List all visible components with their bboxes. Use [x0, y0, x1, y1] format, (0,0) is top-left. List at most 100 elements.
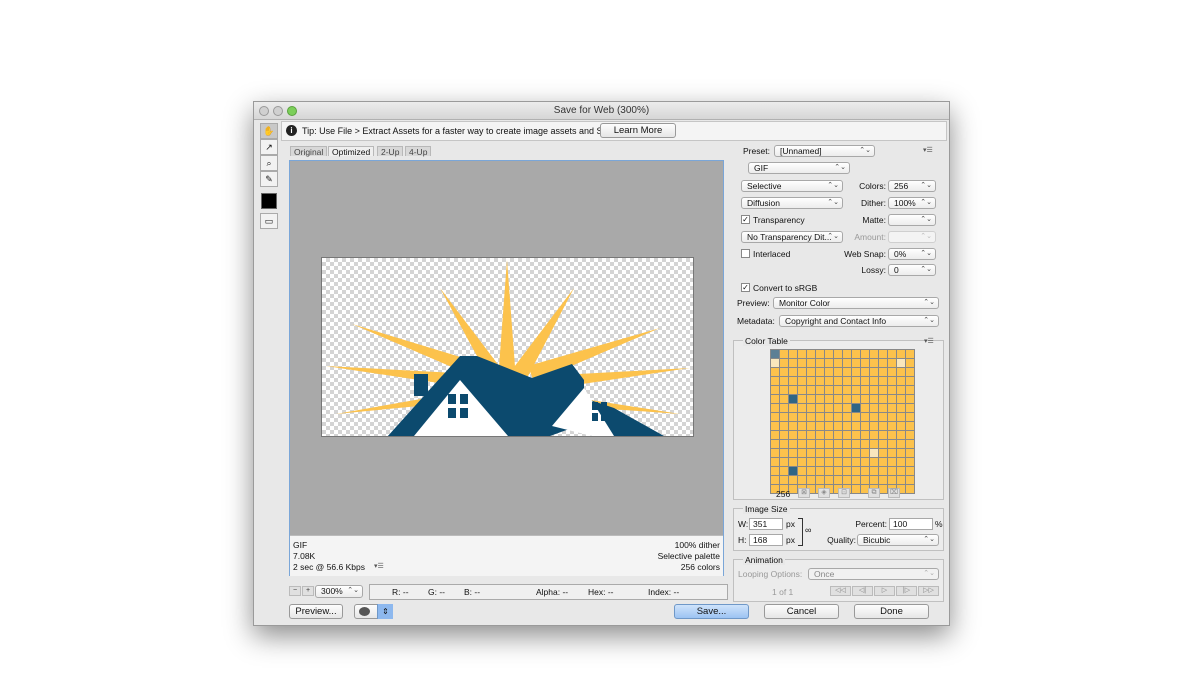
- color-swatch[interactable]: [852, 458, 860, 466]
- color-swatch[interactable]: [798, 476, 806, 484]
- color-swatch[interactable]: [807, 476, 815, 484]
- color-swatch[interactable]: [843, 395, 851, 403]
- preview-in-browser-select[interactable]: ⇕: [354, 604, 393, 619]
- color-table-menu-icon[interactable]: ▾☰: [924, 337, 934, 345]
- color-swatch[interactable]: [798, 422, 806, 430]
- link-icon[interactable]: ∞: [805, 525, 811, 535]
- color-swatch[interactable]: [861, 458, 869, 466]
- color-swatch[interactable]: [771, 395, 779, 403]
- color-swatch[interactable]: [852, 350, 860, 358]
- zoom-level-select[interactable]: 300% ⌃⌄: [315, 585, 363, 598]
- color-swatch[interactable]: [870, 449, 878, 457]
- color-swatch[interactable]: [816, 404, 824, 412]
- color-swatch[interactable]: [834, 422, 842, 430]
- color-swatch[interactable]: [906, 440, 914, 448]
- zoom-in-button[interactable]: +: [302, 586, 314, 596]
- file-format-select[interactable]: GIF ⌃⌄: [748, 162, 850, 174]
- color-swatch[interactable]: [897, 449, 905, 457]
- color-swatch[interactable]: [834, 467, 842, 475]
- color-swatch[interactable]: [852, 440, 860, 448]
- color-swatch[interactable]: [834, 395, 842, 403]
- color-swatch[interactable]: [771, 413, 779, 421]
- color-swatch[interactable]: [843, 350, 851, 358]
- color-swatch[interactable]: [780, 467, 788, 475]
- color-swatch[interactable]: [879, 485, 887, 493]
- color-swatch[interactable]: [816, 359, 824, 367]
- new-color-icon[interactable]: ⧉: [868, 488, 880, 498]
- color-swatch[interactable]: [834, 386, 842, 394]
- color-swatch[interactable]: [816, 350, 824, 358]
- color-swatch[interactable]: [825, 449, 833, 457]
- color-swatch[interactable]: [861, 476, 869, 484]
- color-swatch[interactable]: [906, 422, 914, 430]
- color-swatch[interactable]: [798, 368, 806, 376]
- color-swatch[interactable]: [843, 467, 851, 475]
- color-swatch[interactable]: [852, 467, 860, 475]
- color-swatch[interactable]: [816, 431, 824, 439]
- eyedropper-tool-icon[interactable]: ✎: [260, 171, 278, 187]
- color-swatch[interactable]: [870, 404, 878, 412]
- color-swatch[interactable]: [789, 377, 797, 385]
- toggle-slices-icon[interactable]: ▭: [260, 213, 278, 229]
- color-swatch[interactable]: [870, 377, 878, 385]
- color-swatch[interactable]: [906, 350, 914, 358]
- color-swatch[interactable]: [861, 413, 869, 421]
- color-swatch[interactable]: [852, 476, 860, 484]
- color-swatch[interactable]: [888, 359, 896, 367]
- color-swatch[interactable]: [780, 350, 788, 358]
- color-swatch[interactable]: [789, 467, 797, 475]
- color-swatch[interactable]: [879, 413, 887, 421]
- color-swatch[interactable]: [771, 359, 779, 367]
- color-swatch[interactable]: [906, 476, 914, 484]
- convert-srgb-checkbox[interactable]: ✓: [741, 283, 750, 292]
- color-swatch[interactable]: [816, 377, 824, 385]
- color-swatch[interactable]: [861, 449, 869, 457]
- color-swatch[interactable]: [807, 395, 815, 403]
- color-swatch[interactable]: [861, 386, 869, 394]
- color-swatch[interactable]: [843, 359, 851, 367]
- color-swatch[interactable]: [798, 467, 806, 475]
- color-swatch[interactable]: [780, 413, 788, 421]
- color-swatch[interactable]: [888, 422, 896, 430]
- color-swatch[interactable]: [816, 440, 824, 448]
- color-swatch[interactable]: [834, 449, 842, 457]
- color-swatch[interactable]: [906, 359, 914, 367]
- color-swatch[interactable]: [888, 476, 896, 484]
- color-swatch[interactable]: [870, 440, 878, 448]
- optimize-menu-icon[interactable]: ▾☰: [923, 146, 933, 154]
- color-swatch[interactable]: [843, 377, 851, 385]
- color-swatch[interactable]: [861, 377, 869, 385]
- metadata-select[interactable]: Copyright and Contact Info ⌃⌄: [779, 315, 939, 327]
- color-swatch[interactable]: [897, 404, 905, 412]
- color-swatch[interactable]: [888, 404, 896, 412]
- color-swatch[interactable]: [789, 476, 797, 484]
- map-transparent-icon[interactable]: ⊠: [798, 488, 810, 498]
- color-swatch[interactable]: [816, 449, 824, 457]
- color-swatch[interactable]: [906, 413, 914, 421]
- done-button[interactable]: Done: [854, 604, 929, 619]
- tab-2-up[interactable]: 2-Up: [377, 146, 404, 157]
- color-swatch[interactable]: [843, 458, 851, 466]
- color-swatch[interactable]: [843, 440, 851, 448]
- color-swatch[interactable]: [843, 422, 851, 430]
- zoom-out-button[interactable]: −: [289, 586, 301, 596]
- color-swatch[interactable]: [843, 404, 851, 412]
- lossy-field[interactable]: 0 ⌃⌄: [888, 264, 936, 276]
- color-swatch[interactable]: [825, 350, 833, 358]
- color-swatch[interactable]: [888, 413, 896, 421]
- color-swatch[interactable]: [789, 440, 797, 448]
- color-swatch[interactable]: [879, 395, 887, 403]
- color-swatch[interactable]: [897, 467, 905, 475]
- color-swatch[interactable]: [906, 404, 914, 412]
- color-swatch[interactable]: [807, 431, 815, 439]
- color-swatch[interactable]: [807, 368, 815, 376]
- color-swatch[interactable]: [888, 440, 896, 448]
- color-swatch[interactable]: [888, 395, 896, 403]
- color-swatch[interactable]: [888, 350, 896, 358]
- color-swatch[interactable]: [879, 431, 887, 439]
- color-swatch[interactable]: [780, 431, 788, 439]
- color-swatch[interactable]: [825, 431, 833, 439]
- color-swatch[interactable]: [825, 404, 833, 412]
- color-swatch[interactable]: [843, 413, 851, 421]
- color-swatch[interactable]: [897, 440, 905, 448]
